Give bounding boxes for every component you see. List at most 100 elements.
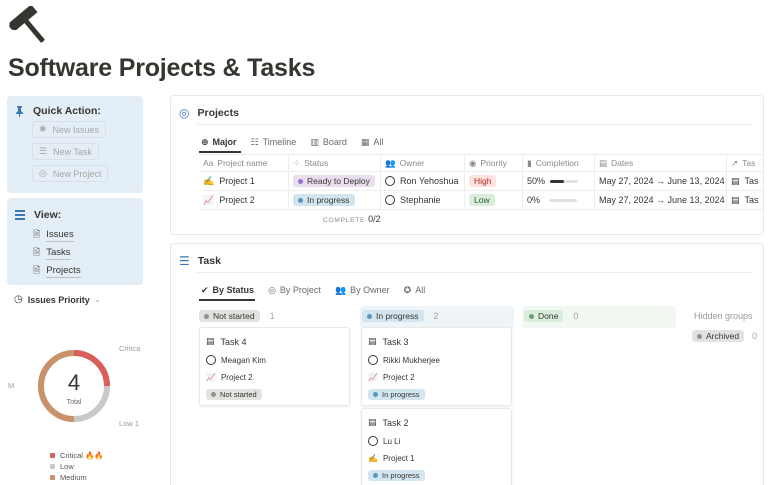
relation-icon: ↗ (731, 157, 739, 168)
status-dot (298, 178, 303, 184)
group-not-started[interactable]: Not started 1 (199, 310, 275, 322)
column-status[interactable]: ⁘ Status (289, 155, 381, 171)
group-done[interactable]: Done 0 (524, 310, 578, 322)
completion-summary: COMPLETE 0/2 (323, 214, 381, 224)
plus-circle-icon: ⊕ (201, 136, 209, 147)
task-status: Not started (206, 389, 262, 400)
view-link-issues[interactable]: 🗎 Issues (33, 227, 74, 243)
projects-view-tabs: ⊕ Major ☷ Timeline ▥ Board ▦ All (201, 134, 383, 150)
tasks-view-tabs: ✔ By Status ◎ By Project 👥 By Owner ✪ All (201, 282, 425, 298)
tab-timeline[interactable]: ☷ Timeline (251, 134, 297, 150)
project-name-cell[interactable]: 📈 Project 2 (199, 191, 289, 209)
tab-all[interactable]: ✪ All (404, 282, 426, 298)
clock-icon: ◷ (14, 294, 23, 305)
priority-cell[interactable]: High (465, 172, 523, 190)
tasks-title[interactable]: ☰ Task (179, 254, 221, 268)
legend-item-medium: Medium (50, 472, 104, 483)
column-tasks[interactable]: ↗ Tas (727, 155, 763, 171)
tab-by-project[interactable]: ◎ By Project (268, 282, 321, 298)
new-project-button[interactable]: ◎ New Project (32, 165, 109, 182)
priority-badge: High (469, 175, 497, 187)
tab-by-owner[interactable]: 👥 By Owner (335, 282, 390, 298)
priority-legend: Critical 🔥🔥 Low Medium (50, 450, 104, 483)
view-link-projects[interactable]: 🗎 Projects (33, 263, 81, 279)
status-cell[interactable]: In progress (289, 191, 381, 209)
pin-icon (16, 105, 23, 117)
donut-label-critical: Critica (119, 344, 141, 353)
issues-priority-title[interactable]: ◷ Issues Priority ⌄ (14, 294, 101, 305)
column-owner[interactable]: 👥 Owner (381, 155, 465, 171)
checklist-icon: ☰ (179, 254, 190, 268)
text-icon: Aa (203, 158, 214, 168)
active-tab-indicator (199, 299, 255, 301)
column-completion[interactable]: ▮ Completion (523, 155, 595, 171)
status-dot (529, 313, 534, 319)
owner-cell[interactable]: Ron Yehoshua (381, 172, 465, 190)
hammer-icon (9, 6, 45, 43)
completion-bar (549, 198, 578, 202)
legend-item-low: Low (50, 461, 104, 472)
tasks-cell[interactable]: ▤ Tas (727, 191, 763, 209)
page-icon: ▤ (731, 194, 740, 205)
new-task-button[interactable]: ☰ New Task (32, 143, 99, 160)
tab-all[interactable]: ▦ All (361, 134, 384, 150)
legend-swatch (50, 453, 55, 458)
tab-by-status[interactable]: ✔ By Status (201, 282, 254, 298)
task-card-title: ▤ Task 2 (368, 417, 409, 428)
completion-cell: 50% (523, 172, 595, 190)
status-badge: Archived (692, 330, 745, 342)
bug-icon: ✺ (39, 124, 47, 134)
target-icon: ◎ (268, 284, 276, 295)
legend-swatch (50, 475, 55, 480)
group-in-progress[interactable]: In progress 2 (362, 310, 439, 322)
status-cell[interactable]: Ready to Deploy (289, 172, 381, 190)
task-card[interactable]: ▤ Task 3 Rikki Mukherjee 📈 Project 2 In pr… (361, 327, 512, 406)
tab-board[interactable]: ▥ Board (310, 134, 347, 150)
board-icon: ▥ (310, 136, 319, 147)
checklist-page-icon: 🗎 (33, 247, 41, 257)
page-icon: ▤ (206, 336, 215, 346)
owner-cell[interactable]: Stephanie (381, 191, 465, 209)
status-badge: Not started (199, 310, 260, 322)
column-project-name[interactable]: Aa Project name (199, 155, 289, 171)
tab-major[interactable]: ⊕ Major (201, 134, 237, 150)
people-icon: 👥 (385, 157, 396, 168)
column-dates[interactable]: ▤ Dates (595, 155, 727, 171)
target-icon: ◎ (179, 106, 190, 120)
avatar (385, 195, 395, 205)
task-card[interactable]: ▤ Task 2 Lu Li ✍️ Project 1 In progress (361, 408, 512, 485)
page-title: Software Projects & Tasks (8, 54, 316, 82)
donut-total-label: Total (67, 399, 82, 406)
tasks-cell[interactable]: ▤ Tas (727, 172, 763, 190)
status-dot (211, 392, 216, 397)
view-link-tasks[interactable]: 🗎 Tasks (33, 245, 71, 261)
donut-label-low: Low 1 (119, 419, 139, 428)
task-project: 📈 Project 2 (368, 373, 415, 382)
completion-bar-fill (550, 179, 565, 183)
view-heading: View: (15, 209, 61, 221)
divider (197, 124, 753, 125)
page-icon: ▤ (731, 175, 740, 186)
dates-cell[interactable]: May 27, 2024 → June 13, 2024 (595, 172, 727, 190)
project-name-cell[interactable]: ✍️ Project 1 (199, 172, 289, 190)
new-issues-button[interactable]: ✺ New Issues (32, 121, 107, 138)
table-row[interactable]: 📈 Project 2 In progress Stephanie Low 0% … (199, 191, 763, 210)
group-archived[interactable]: Archived 0 (692, 330, 757, 342)
target-page-icon: 🗎 (33, 265, 41, 275)
task-project: 📈 Project 2 (206, 373, 253, 382)
priority-badge: Low (469, 194, 495, 206)
completion-cell: 0% (523, 191, 595, 209)
task-owner: Meagan Kim (206, 355, 266, 365)
table-row[interactable]: ✍️ Project 1 Ready to Deploy Ron Yehoshua… (199, 172, 763, 191)
status-dot (373, 473, 378, 478)
avatar (385, 176, 395, 186)
priority-cell[interactable]: Low (465, 191, 523, 209)
projects-title[interactable]: ◎ Projects (179, 106, 239, 120)
status-badge: In progress (362, 310, 424, 322)
task-card[interactable]: ▤ Task 4 Meagan Kim 📈 Project 2 Not starte… (199, 327, 350, 406)
target-icon: ◎ (39, 168, 47, 178)
divider (197, 272, 753, 273)
column-priority[interactable]: ◉ Priority (465, 155, 523, 171)
calendar-icon: ▤ (599, 157, 608, 168)
dates-cell[interactable]: May 27, 2024 → June 13, 2024 (595, 191, 727, 209)
